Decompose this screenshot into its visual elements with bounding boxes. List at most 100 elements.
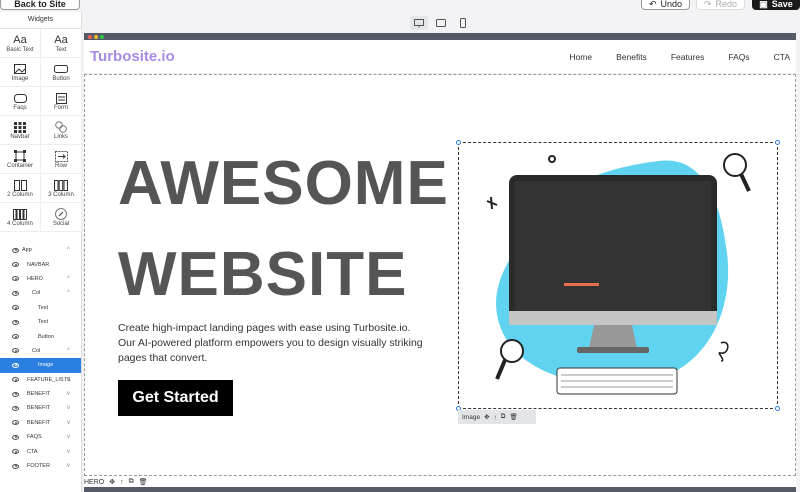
tree-node-feature-lists[interactable]: FEATURE_LISTS v [0,373,81,387]
eye-icon[interactable] [12,405,19,411]
chevron-up-icon[interactable]: ^ [67,290,70,296]
delete-icon[interactable]: 🗑 [509,413,517,421]
widget-image[interactable]: Image [0,58,41,87]
desktop-icon[interactable] [410,16,428,30]
resize-handle[interactable] [456,140,461,145]
undo-icon: ↶ [648,0,657,9]
hero-image-selected[interactable] [456,140,780,411]
mobile-icon[interactable] [454,16,472,30]
widget-row[interactable]: Row [41,145,82,174]
chevron-down-icon[interactable]: v [67,449,70,455]
move-icon[interactable]: ✥ [109,478,115,486]
move-icon[interactable]: ✥ [484,413,489,421]
tree-label: FOOTER [27,463,50,470]
widget-text[interactable]: Aa Text [41,29,82,58]
save-button[interactable]: ▣ Save [752,0,800,10]
tree-label: Button [38,333,54,340]
widget-button[interactable]: Button [41,58,82,87]
delete-icon[interactable]: 🗑 [139,478,148,486]
eye-icon[interactable] [12,319,19,325]
nav-link-cta[interactable]: CTA [774,52,790,62]
chevron-up-icon[interactable]: ^ [67,348,70,354]
sidebar-title: Widgets [27,16,54,23]
widget-links[interactable]: Links [41,116,82,145]
back-to-site-button[interactable]: Back to Site [0,0,80,10]
widget-3-column[interactable]: 3 Column [41,174,82,203]
maximize-dot-icon [100,34,104,39]
tree-node-app[interactable]: App ^ [0,243,81,257]
tree-node-benefit[interactable]: BENEFIT v [0,387,81,401]
undo-button[interactable]: ↶ Undo [641,0,690,10]
duplicate-icon[interactable]: ⧉ [129,478,134,486]
nav-link-features[interactable]: Features [671,52,705,62]
headline-line-1[interactable]: AWESOME [118,148,449,219]
widget-navbar[interactable]: Navbar [0,116,41,145]
tree-node-col[interactable]: Col ^ [0,286,81,300]
eye-icon[interactable] [12,334,19,340]
eye-icon[interactable] [12,434,19,440]
redo-button[interactable]: ↷ Redo [696,0,745,10]
tree-node-faqs[interactable]: FAQS v [0,430,81,444]
widgets-sidebar: Widgets Aa Basic Text Aa Text Image Button… [0,12,82,492]
widget-basic-text[interactable]: Aa Basic Text [0,29,41,58]
tree-node-benefit[interactable]: BENEFIT v [0,401,81,415]
eye-icon[interactable] [12,377,19,383]
tablet-icon[interactable] [432,16,450,30]
eye-icon[interactable] [12,276,19,282]
tree-node-text[interactable]: Text [0,315,81,329]
chevron-down-icon[interactable]: v [67,463,70,469]
hero-section[interactable]: AWESOME WEBSITE Create high-impact landi… [84,74,796,476]
tree-node-col[interactable]: Col ^ [0,344,81,358]
chevron-down-icon[interactable]: v [67,420,70,426]
tree-node-text[interactable]: Text [0,301,81,315]
resize-handle[interactable] [775,406,780,411]
nav-link-benefits[interactable]: Benefits [616,52,647,62]
widget-4-column[interactable]: 4 Column [0,203,41,232]
nav-link-faqs[interactable]: FAQs [728,52,749,62]
widget-2-column[interactable]: 2 Column [0,174,41,203]
widget-form[interactable]: Form [41,87,82,116]
chevron-down-icon[interactable]: v [67,434,70,440]
eye-icon[interactable] [12,348,19,354]
tree-node-navbar[interactable]: NAVBAR [0,257,81,271]
eye-icon[interactable] [12,305,19,311]
selection-label: HERO [84,478,105,486]
eye-icon[interactable] [12,420,19,426]
eye-icon[interactable] [12,463,19,469]
tree-node-image-selected[interactable]: Image [0,358,81,373]
widget-label: Faqs [13,105,27,111]
widget-container[interactable]: Container [0,145,41,174]
tree-label: BENEFIT [27,405,51,412]
eye-icon[interactable] [12,449,19,455]
container-icon [14,149,26,163]
widget-faqs[interactable]: Faqs [0,87,41,116]
tree-node-benefit[interactable]: BENEFIT v [0,416,81,430]
site-logo[interactable]: Turbosite.io [90,48,175,65]
eye-icon[interactable] [12,290,19,296]
resize-handle[interactable] [775,140,780,145]
chevron-down-icon[interactable]: v [67,377,70,383]
nav-link-home[interactable]: Home [569,52,592,62]
arrow-up-icon[interactable]: ↑ [120,479,124,486]
headline-line-2[interactable]: WEBSITE [118,239,407,310]
chevron-up-icon[interactable]: ^ [67,247,70,253]
eye-icon[interactable] [12,262,19,268]
arrow-up-icon[interactable]: ↑ [494,414,497,421]
eye-icon[interactable] [12,362,19,368]
chevron-down-icon[interactable]: v [67,391,70,397]
tree-node-button[interactable]: Button [0,329,81,343]
tree-label: HERO [27,275,43,282]
chevron-up-icon[interactable]: ^ [67,276,70,282]
chevron-down-icon[interactable]: v [67,405,70,411]
eye-icon[interactable] [12,247,19,253]
eye-icon[interactable] [12,391,19,397]
duplicate-icon[interactable]: ⧉ [501,413,506,421]
tree-node-hero[interactable]: HERO ^ [0,272,81,286]
save-icon: ▣ [759,0,768,9]
widget-social[interactable]: Social [41,203,82,232]
get-started-button[interactable]: Get Started [118,380,233,416]
tree-node-cta[interactable]: CTA v [0,444,81,458]
tree-node-footer[interactable]: FOOTER v [0,459,81,473]
hero-description[interactable]: Create high-impact landing pages with ea… [118,321,428,366]
four-column-icon [13,207,27,221]
